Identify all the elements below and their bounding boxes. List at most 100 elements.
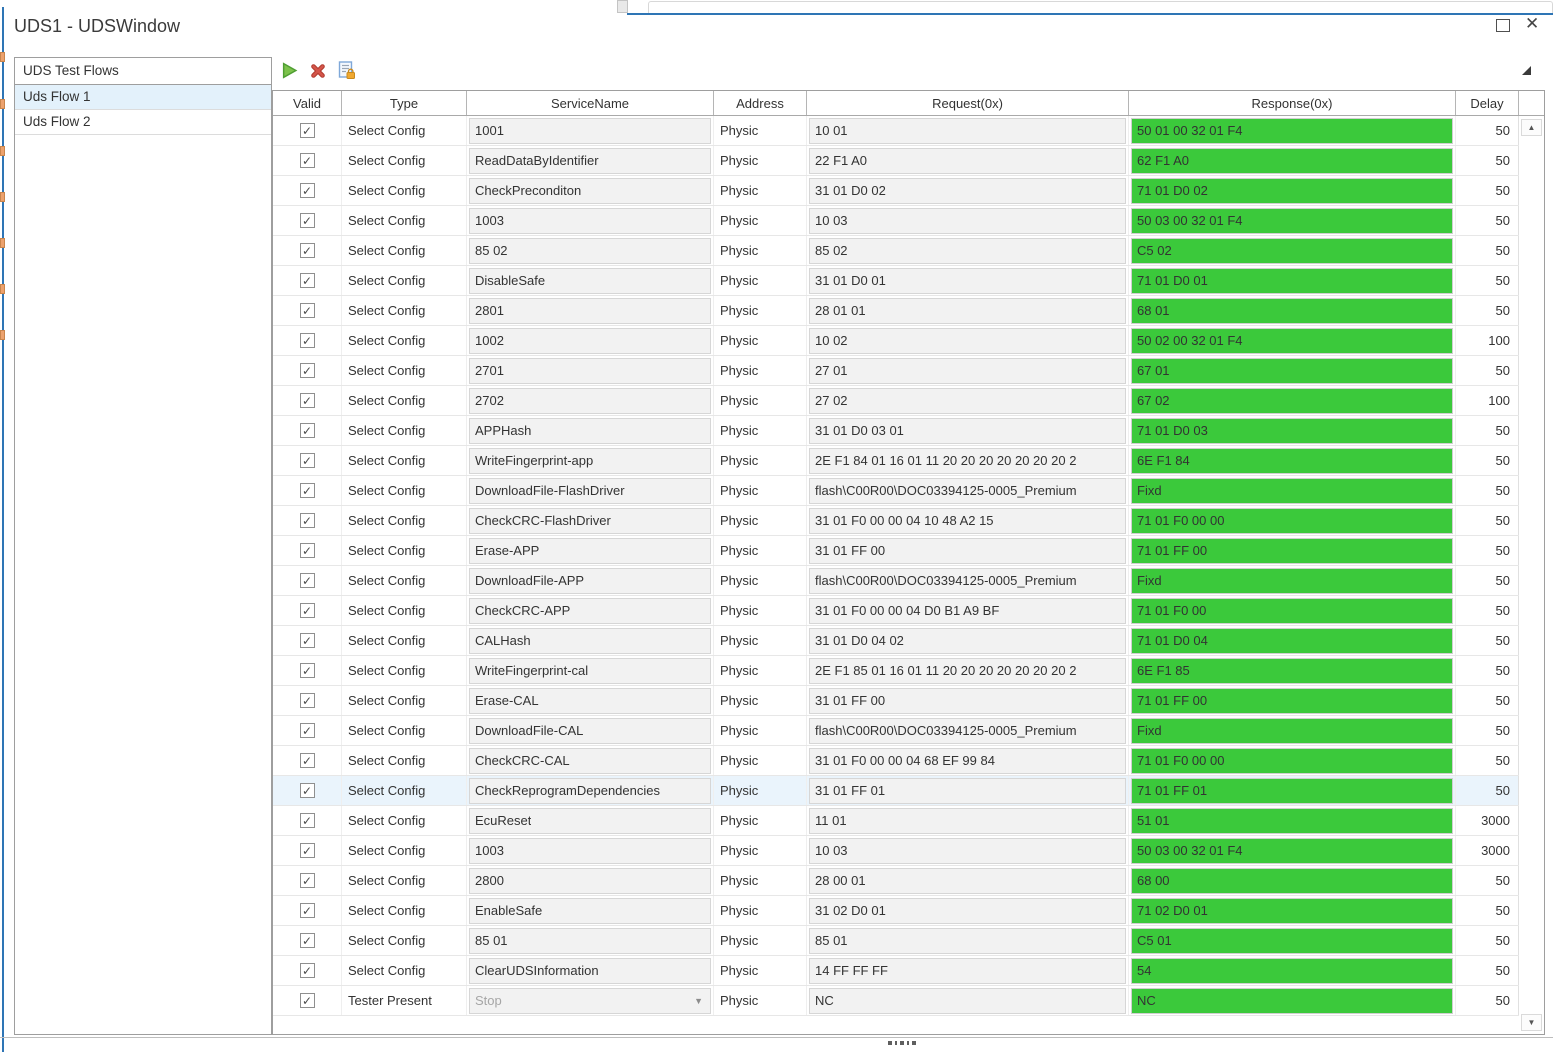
valid-checkbox[interactable]: ✓ [299, 783, 315, 798]
maximize-button[interactable] [1496, 19, 1510, 32]
servicename-input[interactable]: 2801 ▼ [469, 297, 711, 324]
request-input[interactable]: 10 02 [809, 327, 1126, 354]
table-row[interactable]: ✓ Select Config 2701 ▼ Physic 27 01 67 0… [273, 356, 1519, 386]
valid-checkbox[interactable]: ✓ [299, 573, 315, 588]
servicename-input[interactable]: APPHash ▼ [469, 417, 711, 444]
request-input[interactable]: 31 01 F0 00 00 04 D0 B1 A9 BF [809, 597, 1126, 624]
request-input[interactable]: 31 02 D0 01 [809, 897, 1126, 924]
table-row[interactable]: ✓ Select Config 2702 ▼ Physic 27 02 67 0… [273, 386, 1519, 416]
table-row[interactable]: ✓ Select Config DownloadFile-FlashDriver… [273, 476, 1519, 506]
valid-checkbox[interactable]: ✓ [299, 663, 315, 678]
request-input[interactable]: 11 01 [809, 807, 1126, 834]
servicename-input[interactable]: DisableSafe ▼ [469, 267, 711, 294]
table-row[interactable]: ✓ Select Config ClearUDSInformation ▼ Ph… [273, 956, 1519, 986]
servicename-input[interactable]: DownloadFile-CAL ▼ [469, 717, 711, 744]
servicename-input[interactable]: 85 01 ▼ [469, 927, 711, 954]
valid-checkbox[interactable]: ✓ [299, 543, 315, 558]
scroll-down-button[interactable]: ▼ [1521, 1014, 1542, 1031]
request-input[interactable]: 85 02 [809, 237, 1126, 264]
servicename-input[interactable]: EcuReset ▼ [469, 807, 711, 834]
servicename-input[interactable]: CheckCRC-CAL ▼ [469, 747, 711, 774]
valid-checkbox[interactable]: ✓ [299, 633, 315, 648]
valid-checkbox[interactable]: ✓ [299, 963, 315, 978]
splitter-grip[interactable] [888, 1041, 916, 1045]
valid-checkbox[interactable]: ✓ [299, 813, 315, 828]
save-lock-button[interactable] [337, 61, 357, 83]
request-input[interactable]: 31 01 D0 02 [809, 177, 1126, 204]
table-row[interactable]: ✓ Select Config WriteFingerprint-app ▼ P… [273, 446, 1519, 476]
servicename-input[interactable]: ReadDataByIdentifier ▼ [469, 147, 711, 174]
table-row[interactable]: ✓ Select Config DisableSafe ▼ Physic 31 … [273, 266, 1519, 296]
request-input[interactable]: flash\C00R00\DOC03394125-0005_Premium [809, 717, 1126, 744]
servicename-input[interactable]: 2702 ▼ [469, 387, 711, 414]
valid-checkbox[interactable]: ✓ [299, 393, 315, 408]
table-row[interactable]: ✓ Select Config CheckCRC-CAL ▼ Physic 31… [273, 746, 1519, 776]
servicename-input[interactable]: CheckReprogramDependencies ▼ [469, 777, 711, 804]
table-row[interactable]: ✓ Select Config Erase-APP ▼ Physic 31 01… [273, 536, 1519, 566]
valid-checkbox[interactable]: ✓ [299, 993, 315, 1008]
servicename-input[interactable]: Erase-APP ▼ [469, 537, 711, 564]
sidebar-item-uds-flow-1[interactable]: Uds Flow 1 [15, 85, 271, 110]
servicename-input[interactable]: CheckPreconditon ▼ [469, 177, 711, 204]
valid-checkbox[interactable]: ✓ [299, 243, 315, 258]
request-input[interactable]: 27 01 [809, 357, 1126, 384]
request-input[interactable]: 10 01 [809, 117, 1126, 144]
run-button[interactable] [279, 62, 299, 83]
request-input[interactable]: 31 01 D0 04 02 [809, 627, 1126, 654]
valid-checkbox[interactable]: ✓ [299, 213, 315, 228]
servicename-input[interactable]: Erase-CAL ▼ [469, 687, 711, 714]
horizontal-splitter[interactable] [0, 1037, 1553, 1038]
request-input[interactable]: 31 01 FF 00 [809, 537, 1126, 564]
grid-options-corner-icon[interactable] [1522, 66, 1531, 75]
table-row[interactable]: ✓ Select Config DownloadFile-APP ▼ Physi… [273, 566, 1519, 596]
valid-checkbox[interactable]: ✓ [299, 363, 315, 378]
valid-checkbox[interactable]: ✓ [299, 843, 315, 858]
request-input[interactable]: 14 FF FF FF [809, 957, 1126, 984]
request-input[interactable]: 31 01 F0 00 00 04 68 EF 99 84 [809, 747, 1126, 774]
valid-checkbox[interactable]: ✓ [299, 933, 315, 948]
table-row[interactable]: ✓ Select Config Erase-CAL ▼ Physic 31 01… [273, 686, 1519, 716]
table-row[interactable]: ✓ Select Config APPHash ▼ Physic 31 01 D… [273, 416, 1519, 446]
request-input[interactable]: flash\C00R00\DOC03394125-0005_Premium [809, 477, 1126, 504]
request-input[interactable]: 10 03 [809, 837, 1126, 864]
delete-button[interactable] [308, 63, 328, 83]
servicename-input[interactable]: DownloadFile-APP ▼ [469, 567, 711, 594]
request-input[interactable]: 2E F1 84 01 16 01 11 20 20 20 20 20 20 2… [809, 447, 1126, 474]
request-input[interactable]: 31 01 FF 01 [809, 777, 1126, 804]
table-row[interactable]: ✓ Select Config 1003 ▼ Physic 10 03 50 0… [273, 836, 1519, 866]
servicename-input[interactable]: EnableSafe ▼ [469, 897, 711, 924]
table-row[interactable]: ✓ Select Config 1001 ▼ Physic 10 01 50 0… [273, 116, 1519, 146]
table-row[interactable]: ✓ Select Config EcuReset ▼ Physic 11 01 … [273, 806, 1519, 836]
request-input[interactable]: 28 00 01 [809, 867, 1126, 894]
table-row[interactable]: ✓ Tester Present Stop ▼ Physic NC NC 50 [273, 986, 1519, 1016]
servicename-input[interactable]: DownloadFile-FlashDriver ▼ [469, 477, 711, 504]
valid-checkbox[interactable]: ✓ [299, 273, 315, 288]
request-input[interactable]: 31 01 D0 03 01 [809, 417, 1126, 444]
servicename-input[interactable]: 1003 ▼ [469, 207, 711, 234]
request-input[interactable]: 2E F1 85 01 16 01 11 20 20 20 20 20 20 2… [809, 657, 1126, 684]
table-row[interactable]: ✓ Select Config CheckCRC-FlashDriver ▼ P… [273, 506, 1519, 536]
servicename-input[interactable]: CheckCRC-APP ▼ [469, 597, 711, 624]
table-row[interactable]: ✓ Select Config CheckReprogramDependenci… [273, 776, 1519, 806]
valid-checkbox[interactable]: ✓ [299, 123, 315, 138]
servicename-input[interactable]: 1001 ▼ [469, 117, 711, 144]
servicename-input[interactable]: 85 02 ▼ [469, 237, 711, 264]
table-row[interactable]: ✓ Select Config CALHash ▼ Physic 31 01 D… [273, 626, 1519, 656]
valid-checkbox[interactable]: ✓ [299, 513, 315, 528]
request-input[interactable]: flash\C00R00\DOC03394125-0005_Premium [809, 567, 1126, 594]
servicename-input[interactable]: Stop ▼ [469, 987, 711, 1014]
valid-checkbox[interactable]: ✓ [299, 183, 315, 198]
valid-checkbox[interactable]: ✓ [299, 603, 315, 618]
valid-checkbox[interactable]: ✓ [299, 423, 315, 438]
valid-checkbox[interactable]: ✓ [299, 693, 315, 708]
servicename-input[interactable]: CALHash ▼ [469, 627, 711, 654]
close-button[interactable]: ✕ [1525, 13, 1539, 35]
request-input[interactable]: 10 03 [809, 207, 1126, 234]
table-row[interactable]: ✓ Select Config DownloadFile-CAL ▼ Physi… [273, 716, 1519, 746]
request-input[interactable]: 31 01 D0 01 [809, 267, 1126, 294]
table-row[interactable]: ✓ Select Config 85 01 ▼ Physic 85 01 C5 … [273, 926, 1519, 956]
table-row[interactable]: ✓ Select Config ReadDataByIdentifier ▼ P… [273, 146, 1519, 176]
table-row[interactable]: ✓ Select Config 2800 ▼ Physic 28 00 01 6… [273, 866, 1519, 896]
scroll-up-button[interactable]: ▲ [1521, 119, 1542, 136]
servicename-input[interactable]: 2701 ▼ [469, 357, 711, 384]
